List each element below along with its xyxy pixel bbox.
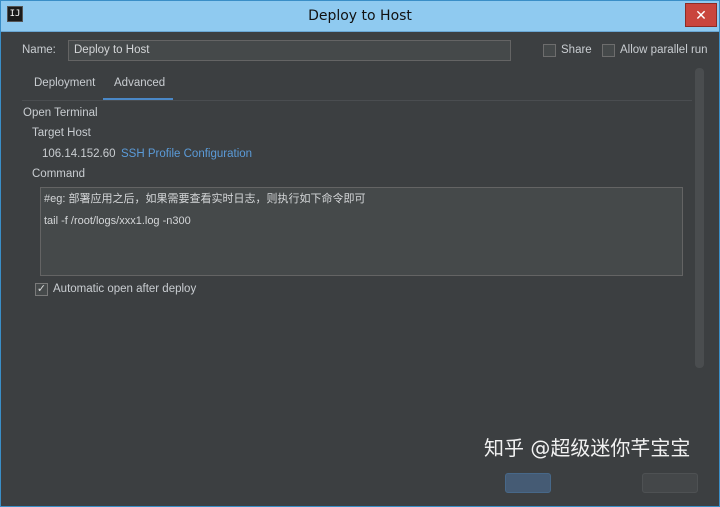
host-ip-value: 106.14.152.60 — [42, 148, 116, 160]
allow-parallel-run-checkbox[interactable] — [602, 44, 615, 57]
name-label: Name: — [22, 44, 56, 56]
tab-deployment[interactable]: Deployment — [34, 77, 95, 89]
tab-advanced[interactable]: Advanced — [114, 77, 165, 89]
tab-divider — [22, 100, 692, 101]
name-input[interactable]: Deploy to Host — [68, 40, 511, 61]
title-bar[interactable]: IJ Deploy to Host ✕ — [1, 1, 719, 32]
zhihu-watermark: 知乎 @超级迷你芊宝宝 — [484, 436, 691, 460]
run-config-dialog: IJ Deploy to Host ✕ Name: Deploy to Host… — [0, 0, 720, 507]
command-comment-line: #eg: 部署应用之后，如果需要查看实时日志，则执行如下命令即可 — [44, 193, 366, 205]
automatic-open-label: Automatic open after deploy — [53, 283, 197, 295]
command-tail-line: tail -f /root/logs/xxx1.log -n300 — [44, 215, 191, 227]
allow-parallel-run-label: Allow parallel run — [620, 44, 708, 56]
open-terminal-label: Open Terminal — [23, 107, 98, 119]
cancel-button-obscured[interactable] — [642, 473, 698, 493]
close-icon: ✕ — [695, 7, 707, 23]
share-label: Share — [561, 44, 592, 56]
window-title: Deploy to Host — [308, 8, 412, 24]
automatic-open-checkbox[interactable]: ✓ — [35, 283, 48, 296]
ok-button-obscured[interactable] — [505, 473, 551, 493]
checkmark-icon: ✓ — [36, 283, 47, 295]
close-button[interactable]: ✕ — [685, 3, 717, 27]
command-label: Command — [32, 168, 86, 180]
ssh-profile-configuration-link[interactable]: SSH Profile Configuration — [121, 148, 252, 160]
share-checkbox[interactable] — [543, 44, 556, 57]
command-textarea[interactable]: #eg: 部署应用之后，如果需要查看实时日志，则执行如下命令即可 tail -f… — [40, 187, 683, 276]
target-host-label: Target Host — [32, 127, 91, 139]
vertical-scrollbar[interactable] — [695, 68, 704, 368]
